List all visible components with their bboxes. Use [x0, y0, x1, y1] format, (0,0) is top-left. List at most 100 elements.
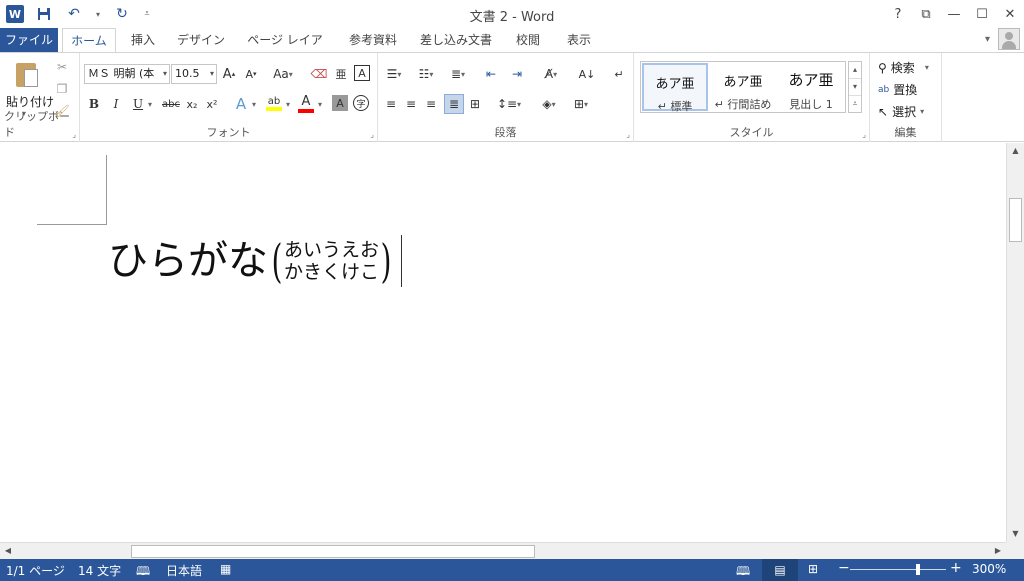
vertical-scroll-thumb[interactable]: [1009, 198, 1022, 242]
scroll-down-icon[interactable]: ▼: [1007, 526, 1024, 542]
find-button[interactable]: ⚲ 検索 ▾: [878, 59, 929, 76]
close-icon[interactable]: ✕: [996, 0, 1024, 28]
superscript-button[interactable]: x²: [204, 95, 220, 113]
base-text: ひらがな: [108, 238, 268, 284]
document-paragraph[interactable]: ひらがな ( あいうえお かきくけこ ): [108, 235, 402, 287]
chevron-down-icon: ▾: [920, 107, 925, 116]
tab-home[interactable]: ホーム: [62, 28, 116, 53]
styles-launcher-icon[interactable]: ⌟: [862, 130, 866, 139]
tab-view[interactable]: 表示: [562, 28, 596, 52]
print-layout-icon[interactable]: ▤: [762, 559, 798, 581]
line-spacing-icon[interactable]: ↕≡ ▾: [496, 95, 522, 113]
bullets-icon[interactable]: ☰ ▾: [382, 65, 406, 83]
style-sample: あア亜: [723, 75, 763, 90]
replace-button[interactable]: ab 置換: [878, 81, 917, 98]
align-left-icon[interactable]: ≡: [382, 95, 400, 113]
subscript-button[interactable]: x₂: [184, 95, 200, 113]
zoom-level[interactable]: 300%: [972, 562, 1006, 576]
ribbon-display-icon[interactable]: ⧉: [912, 0, 940, 28]
help-icon[interactable]: ?: [884, 0, 912, 28]
justify-icon[interactable]: ≣: [444, 94, 464, 114]
more-styles-icon[interactable]: ⩡: [849, 96, 861, 113]
language-indicator[interactable]: 日本語: [166, 562, 202, 579]
numbering-icon[interactable]: ☷ ▾: [414, 65, 438, 83]
zoom-out-button[interactable]: −: [838, 560, 850, 576]
font-name-value: ＭＳ 明朝 (本: [88, 67, 155, 80]
horizontal-scroll-thumb[interactable]: [131, 545, 535, 558]
grow-font-icon[interactable]: A ▴: [220, 65, 238, 83]
align-right-icon[interactable]: ≡: [422, 95, 440, 113]
proofing-icon[interactable]: 🕮: [136, 562, 150, 581]
zoom-in-button[interactable]: +: [950, 560, 962, 576]
increase-indent-icon[interactable]: ⇥: [508, 65, 526, 83]
font-size-combo[interactable]: 10.5 ▾: [171, 64, 217, 84]
sort-icon[interactable]: A↓: [578, 65, 596, 83]
style-heading-1[interactable]: あア亜 見出し 1: [778, 63, 844, 111]
chevron-up-icon[interactable]: ▴: [849, 62, 861, 79]
font-name-combo[interactable]: ＭＳ 明朝 (本 ▾: [84, 64, 170, 84]
ribbon-collapse-icon[interactable]: ▾: [985, 34, 990, 45]
paragraph-launcher-icon[interactable]: ⌟: [626, 130, 630, 139]
font-group: ＭＳ 明朝 (本 ▾ 10.5 ▾ A ▴ A ▾ Aa ▾ ⌫ 亜 A B I U ▾…: [80, 53, 378, 142]
phonetic-guide-icon[interactable]: 亜: [332, 65, 350, 83]
underline-dropdown-icon[interactable]: ▾: [146, 95, 154, 113]
highlight-dropdown-icon[interactable]: ▾: [284, 95, 292, 113]
enclose-characters-icon[interactable]: 字: [353, 95, 369, 111]
tab-references[interactable]: 参考資料: [344, 28, 402, 52]
maximize-icon[interactable]: ☐: [968, 0, 996, 28]
change-case-button[interactable]: Aa ▾: [268, 65, 298, 83]
character-border-icon[interactable]: A: [354, 65, 370, 81]
clear-formatting-icon[interactable]: ⌫: [310, 65, 328, 83]
scroll-left-icon[interactable]: ◀: [0, 543, 16, 559]
horizontal-scrollbar[interactable]: ◀ ▶: [0, 542, 1006, 559]
paste-icon[interactable]: [16, 59, 40, 89]
tab-page-layout[interactable]: ページ レイアウト: [242, 28, 328, 71]
copy-icon[interactable]: ❐: [54, 81, 70, 97]
italic-button[interactable]: I: [108, 95, 124, 113]
zoom-slider[interactable]: [850, 569, 946, 570]
zoom-slider-thumb[interactable]: [916, 564, 920, 575]
font-launcher-icon[interactable]: ⌟: [370, 130, 374, 139]
highlight-icon[interactable]: ab: [264, 93, 284, 113]
web-layout-icon[interactable]: ⊞: [808, 562, 818, 576]
show-marks-icon[interactable]: ↵: [610, 65, 628, 83]
vertical-scrollbar[interactable]: ▲ ▼: [1006, 143, 1024, 542]
tab-review[interactable]: 校閲: [511, 28, 545, 52]
align-center-icon[interactable]: ≡: [402, 95, 420, 113]
asian-layout-icon[interactable]: A̸ ▾: [538, 65, 564, 83]
shading-icon[interactable]: ◈ ▾: [536, 95, 562, 113]
decrease-indent-icon[interactable]: ⇤: [482, 65, 500, 83]
read-mode-icon[interactable]: 🕮: [736, 562, 750, 581]
bold-button[interactable]: B: [86, 95, 102, 113]
scroll-right-icon[interactable]: ▶: [990, 543, 1006, 559]
page-count[interactable]: 1/1 ページ: [6, 562, 65, 579]
macro-icon[interactable]: ▦: [220, 562, 231, 576]
character-shading-icon[interactable]: A: [332, 95, 348, 111]
text-effects-dropdown-icon[interactable]: ▾: [250, 95, 258, 113]
document-canvas[interactable]: ひらがな ( あいうえお かきくけこ ): [0, 143, 1006, 542]
underline-button[interactable]: U: [130, 95, 146, 113]
tab-design[interactable]: デザイン: [176, 28, 226, 52]
scroll-up-icon[interactable]: ▲: [1007, 143, 1024, 159]
borders-icon[interactable]: ⊞ ▾: [568, 95, 594, 113]
word-count[interactable]: 14 文字: [78, 562, 121, 579]
multilevel-list-icon[interactable]: ≣ ▾: [446, 65, 470, 83]
user-avatar-icon[interactable]: [998, 28, 1020, 50]
minimize-icon[interactable]: —: [940, 0, 968, 28]
select-label: 選択: [892, 105, 917, 119]
style-no-spacing[interactable]: あア亜 ↵ 行間詰め: [710, 63, 776, 111]
style-normal[interactable]: あア亜 ↵ 標準: [642, 63, 708, 113]
strikethrough-button[interactable]: abc: [160, 95, 182, 113]
select-button[interactable]: ↖ 選択 ▾: [878, 103, 924, 120]
cut-icon[interactable]: ✂: [54, 59, 70, 75]
tab-file[interactable]: ファイル: [0, 28, 58, 52]
font-color-dropdown-icon[interactable]: ▾: [316, 95, 324, 113]
shrink-font-icon[interactable]: A ▾: [242, 65, 260, 83]
tab-insert[interactable]: 挿入: [128, 28, 158, 52]
tab-mailings[interactable]: 差し込み文書: [418, 28, 494, 52]
chevron-down-icon[interactable]: ▾: [849, 79, 861, 96]
clipboard-launcher-icon[interactable]: ⌟: [72, 130, 76, 139]
font-color-icon[interactable]: A: [296, 93, 316, 113]
distributed-icon[interactable]: ⊞: [466, 95, 484, 113]
text-effects-icon[interactable]: A: [232, 95, 250, 113]
